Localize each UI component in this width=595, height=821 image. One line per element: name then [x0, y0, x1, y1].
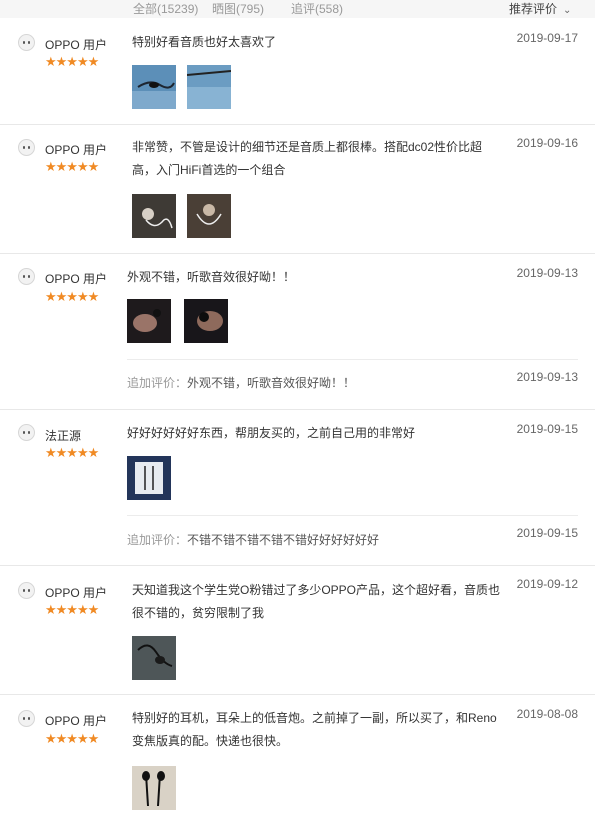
- review-photo-thumbnail[interactable]: [132, 65, 176, 109]
- review-username: 法正源: [45, 429, 82, 443]
- followup-text: 外观不错，听歌音效很好呦！！: [187, 376, 356, 390]
- followup-date: 2019-09-13: [516, 370, 578, 384]
- avatar: [18, 582, 35, 599]
- rating-stars: ★★★★★: [45, 602, 99, 617]
- followup-review: 追加评价：不错不错不错不错不错好好好好好好: [127, 531, 379, 548]
- review-username: OPPO 用户: [45, 586, 108, 600]
- rating-stars: ★★★★★: [45, 731, 99, 746]
- review-text: 天知道我这个学生党O粉错过了多少OPPO产品，这个超好看，音质也很不错的，贫穷限…: [132, 583, 501, 620]
- followup-prefix: 追加评价：: [127, 376, 188, 390]
- review-item: OPPO 用户 ★★★★★ 天知道我这个学生党O粉错过了多少OPPO产品，这个超…: [0, 566, 595, 695]
- review-username: OPPO 用户: [45, 714, 108, 728]
- rating-stars: ★★★★★: [45, 289, 99, 304]
- rating-stars: ★★★★★: [45, 54, 99, 69]
- review-text: 好好好好好好东西，帮朋友买的，之前自己用的非常好: [127, 426, 416, 440]
- followup-text: 不错不错不错不错不错好好好好好好: [187, 533, 380, 547]
- avatar: [18, 424, 35, 441]
- review-photo-thumbnail[interactable]: [127, 456, 171, 500]
- review-photo-thumbnail[interactable]: [184, 299, 228, 343]
- review-date: 2019-09-15: [516, 422, 578, 436]
- review-filter-bar: 全部(15239) 晒图(795) 追评(558) 推荐评价 ⌄: [0, 0, 595, 18]
- avatar: [18, 268, 35, 285]
- review-photo-thumbnail[interactable]: [132, 636, 176, 680]
- review-text: 特别好看音质也好太喜欢了: [132, 35, 277, 49]
- review-text: 特别好的耳机，耳朵上的低音炮。之前掉了一副，所以买了，和Reno变焦版真的配。快…: [132, 711, 497, 748]
- divider: [127, 359, 578, 360]
- sort-label: 推荐评价: [509, 2, 558, 16]
- rating-stars: ★★★★★: [45, 159, 99, 174]
- review-photo-thumbnail[interactable]: [132, 766, 176, 810]
- review-date: 2019-09-13: [516, 266, 578, 280]
- rating-stars: ★★★★★: [45, 445, 99, 460]
- tab-photo-reviews[interactable]: 晒图(795): [212, 2, 264, 16]
- sort-dropdown[interactable]: 推荐评价 ⌄: [509, 2, 571, 18]
- followup-prefix: 追加评价：: [127, 533, 188, 547]
- review-item: OPPO 用户 ★★★★★ 特别好的耳机，耳朵上的低音炮。之前掉了一副，所以买了…: [0, 695, 595, 821]
- review-item: OPPO 用户 ★★★★★ 特别好看音质也好太喜欢了 2019-09-17: [0, 18, 595, 125]
- review-date: 2019-09-17: [516, 31, 578, 45]
- avatar: [18, 710, 35, 727]
- followup-review: 追加评价：外观不错，听歌音效很好呦！！: [127, 374, 355, 391]
- review-item: OPPO 用户 ★★★★★ 非常赞，不管是设计的细节还是音质上都很棒。搭配dc0…: [0, 125, 595, 254]
- review-username: OPPO 用户: [45, 38, 108, 52]
- review-photo-thumbnail[interactable]: [187, 65, 231, 109]
- review-item: OPPO 用户 ★★★★★ 外观不错，听歌音效很好呦！！ 2019-09-13 …: [0, 254, 595, 410]
- review-date: 2019-09-12: [516, 577, 578, 591]
- review-date: 2019-09-16: [516, 136, 578, 150]
- review-username: OPPO 用户: [45, 272, 108, 286]
- avatar: [18, 34, 35, 51]
- review-photo-thumbnail[interactable]: [132, 194, 176, 238]
- followup-date: 2019-09-15: [516, 526, 578, 540]
- avatar: [18, 139, 35, 156]
- review-item: 法正源 ★★★★★ 好好好好好好东西，帮朋友买的，之前自己用的非常好 2019-…: [0, 410, 595, 566]
- tab-all-reviews[interactable]: 全部(15239): [133, 2, 198, 16]
- divider: [127, 515, 578, 516]
- review-photo-thumbnail[interactable]: [127, 299, 171, 343]
- review-photo-thumbnail[interactable]: [187, 194, 231, 238]
- tab-followup-reviews[interactable]: 追评(558): [291, 2, 343, 16]
- review-text: 外观不错，听歌音效很好呦！！: [127, 270, 296, 284]
- chevron-down-icon: ⌄: [563, 5, 572, 16]
- review-date: 2019-08-08: [516, 707, 578, 721]
- review-text: 非常赞，不管是设计的细节还是音质上都很棒。搭配dc02性价比超高，入门HiFi首…: [132, 140, 483, 177]
- review-username: OPPO 用户: [45, 143, 108, 157]
